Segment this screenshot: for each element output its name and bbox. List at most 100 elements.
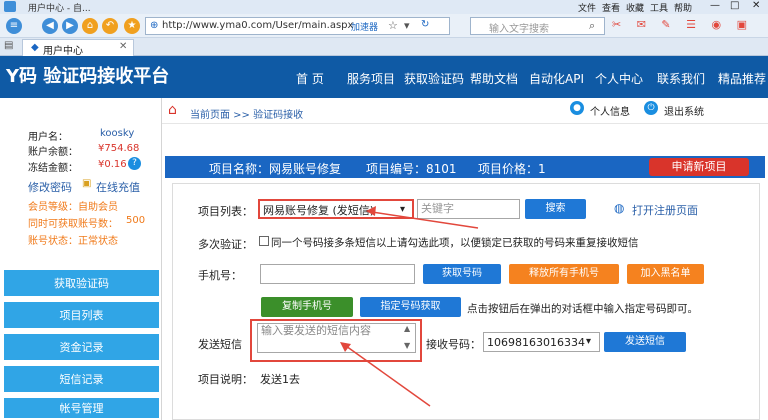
chevron-down-icon: ▾	[400, 204, 406, 215]
phone-input[interactable]	[260, 264, 415, 284]
help-icon[interactable]: ?	[128, 157, 141, 170]
frozen-value: ¥0.16	[98, 159, 127, 170]
send-sms-button[interactable]: 发送短信	[604, 332, 686, 352]
receiver-select[interactable]: 10698163016334 ▾	[483, 332, 600, 352]
breadcrumb: 当前页面 >> 验证码接收	[190, 110, 304, 121]
nav-contact[interactable]: 联系我们	[657, 70, 705, 87]
menu-icon[interactable]: ≡	[6, 18, 22, 34]
personal-info-link[interactable]: 个人信息	[590, 103, 630, 118]
sidebar-item-fund-records[interactable]: 资金记录	[4, 334, 159, 362]
receiver-chevron-icon: ▾	[586, 336, 592, 347]
user-icon: ●	[570, 101, 584, 115]
project-id: 项目编号：8101	[366, 162, 457, 176]
nav-home[interactable]: 首 页	[296, 70, 324, 87]
browser-logo-icon	[4, 1, 16, 12]
nav-personal-center[interactable]: 个人中心	[595, 70, 643, 87]
recharge-icon: ▣	[82, 178, 92, 189]
favorites-icon[interactable]: ★	[124, 18, 140, 34]
menu-favorites[interactable]: 收藏	[626, 1, 644, 14]
back-icon[interactable]: ◀	[42, 18, 58, 34]
sidebar-item-sms-records[interactable]: 短信记录	[4, 366, 159, 394]
balance-value: ¥754.68	[98, 143, 140, 154]
home-house-icon: ⌂	[168, 102, 177, 118]
phone-label: 手机号：	[198, 269, 242, 282]
multi-verify-label: 多次验证：	[198, 238, 253, 251]
tab-close-icon[interactable]: ✕	[119, 41, 127, 52]
browser-tab[interactable]: ◆ 用户中心 ✕	[22, 39, 134, 57]
specify-number-button[interactable]: 指定号码获取	[360, 297, 461, 317]
refresh-icon[interactable]: ↻	[421, 19, 429, 30]
menu-file[interactable]: 文件	[578, 1, 596, 14]
nav-services[interactable]: 服务项目	[347, 70, 395, 87]
simultaneous-value: 500	[126, 215, 146, 226]
url-text: http://www.yma0.com/User/main.aspx	[162, 20, 354, 31]
browser-titlebar: 用户中心 - 自... 文件 查看 收藏 工具 帮助 — □ ✕	[0, 0, 768, 14]
menu-tools[interactable]: 工具	[650, 1, 668, 14]
project-name: 项目名称：网易账号修复	[209, 162, 342, 176]
member-level: 会员等级：自助会员	[28, 202, 118, 213]
frozen-label: 冻结金额：	[28, 163, 78, 174]
receiver-value: 10698163016334	[487, 336, 585, 349]
project-price: 项目价格：1	[478, 162, 546, 176]
account-status: 账号状态：正常状态	[28, 236, 118, 247]
tab-list-icon[interactable]: ▤	[4, 40, 13, 51]
change-password-link[interactable]: 修改密码	[28, 179, 72, 195]
nav-get-code[interactable]: 获取验证码	[404, 70, 464, 87]
browser-extension-icons[interactable]: ✂ ✉ ✎ ☰ ◉ ▣	[612, 18, 762, 34]
open-register-link[interactable]: 打开注册页面	[632, 202, 698, 218]
simultaneous-label: 同时可获取账号数：	[28, 219, 118, 230]
specify-hint: 点击按钮后在弹出的对话框中输入指定号码即可。	[467, 303, 698, 315]
undo-icon[interactable]: ↶	[102, 18, 118, 34]
get-number-button[interactable]: 获取号码	[423, 264, 501, 284]
username-label: 用户名：	[28, 132, 68, 143]
dropdown-icon[interactable]: ▾	[404, 19, 410, 32]
nav-help-docs[interactable]: 帮助文档	[470, 70, 518, 87]
globe-icon: ◍	[614, 201, 625, 215]
menu-help[interactable]: 帮助	[674, 1, 692, 14]
sidebar-item-get-code[interactable]: 获取验证码	[4, 270, 159, 298]
nav-recommend[interactable]: 精品推荐	[718, 70, 766, 87]
project-select-value: 网易账号修复 (发短信)	[263, 204, 375, 217]
home-icon[interactable]: ⌂	[82, 18, 98, 34]
balance-label: 账户余额：	[28, 147, 78, 158]
scroll-down-icon[interactable]: ▼	[404, 341, 410, 350]
multi-verify-checkbox[interactable]	[259, 236, 269, 246]
menu-view[interactable]: 查看	[602, 1, 620, 14]
project-list-label: 项目列表：	[198, 205, 253, 218]
maximize-icon[interactable]: □	[730, 0, 739, 11]
add-blacklist-button[interactable]: 加入黑名单	[627, 264, 704, 284]
nav-api[interactable]: 自动化API	[529, 70, 584, 87]
send-sms-label: 发送短信	[198, 338, 242, 351]
sidebar-item-project-list[interactable]: 项目列表	[4, 302, 159, 330]
logout-link[interactable]: 退出系统	[664, 103, 704, 118]
sms-textarea[interactable]: 输入要发送的短信内容	[257, 323, 416, 353]
close-icon[interactable]: ✕	[752, 0, 760, 11]
project-select[interactable]: 网易账号修复 (发短信) ▾	[258, 199, 414, 219]
search-button[interactable]: 搜索	[525, 199, 586, 219]
multi-verify-text: 同一个号码接多条短信以上请勾选此项，以便锁定已获取的号码来重复接收短信	[271, 237, 639, 249]
logout-icon: ⏻	[644, 101, 658, 115]
page-icon: ⊕	[150, 20, 159, 31]
scroll-up-icon[interactable]: ▲	[404, 324, 410, 333]
apply-new-project-button[interactable]: 申请新项目	[649, 158, 749, 176]
username-value: koosky	[100, 128, 135, 139]
tab-favicon-icon: ◆	[31, 42, 39, 53]
sidebar-item-account-management[interactable]: 帐号管理	[4, 398, 159, 420]
description-value: 发送1去	[260, 373, 300, 386]
browser-search-input: 输入文字搜索	[489, 24, 549, 35]
copy-phone-button[interactable]: 复制手机号	[261, 297, 353, 317]
accelerate-label[interactable]: 加速器	[351, 20, 378, 33]
star-icon[interactable]: ☆	[388, 19, 398, 32]
browser-search[interactable]: 输入文字搜索 ⌕	[470, 17, 605, 35]
forward-icon[interactable]: ▶	[62, 18, 78, 34]
description-label: 项目说明：	[198, 373, 253, 386]
release-all-button[interactable]: 释放所有手机号	[509, 264, 619, 284]
search-icon[interactable]: ⌕	[589, 19, 595, 33]
receiver-label: 接收号码：	[426, 338, 481, 351]
address-bar[interactable]: ⊕ http://www.yma0.com/User/main.aspx 加速器…	[145, 17, 450, 35]
online-recharge-link[interactable]: 在线充值	[96, 179, 140, 195]
minimize-icon[interactable]: —	[710, 0, 720, 11]
keyword-input[interactable]: 关键字	[417, 199, 520, 219]
tab-title: 用户中心	[43, 46, 83, 57]
site-logo[interactable]: Y码 验证码接收平台	[6, 62, 169, 88]
